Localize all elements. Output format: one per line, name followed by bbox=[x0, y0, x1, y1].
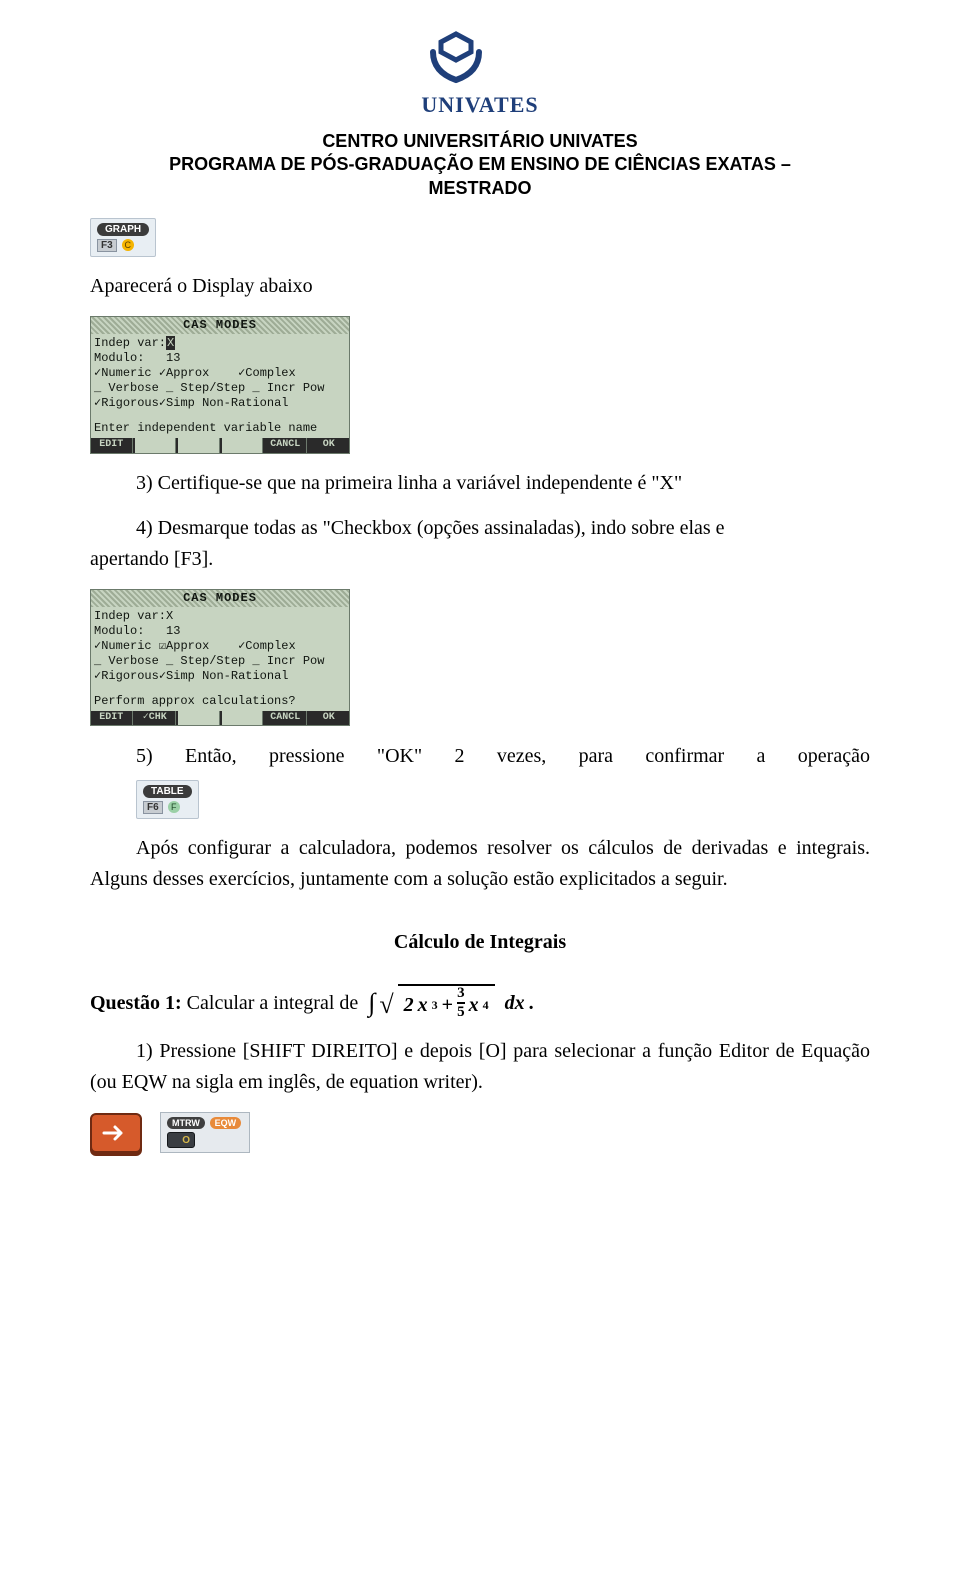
institution-logo: UNIVATES bbox=[90, 30, 870, 118]
right-shift-key-icon bbox=[90, 1113, 142, 1153]
cas2-row-4: ✓Rigorous✓Simp Non-Rational bbox=[94, 669, 346, 684]
cas2-softkeys: EDIT ✓CHK CANCL OK bbox=[91, 711, 349, 726]
step-4b: apertando [F3]. bbox=[90, 544, 870, 575]
question-1-label: Questão 1: bbox=[90, 992, 182, 1014]
cas1-title: CAS MODES bbox=[91, 317, 349, 334]
cas1-row-4: ✓Rigorous✓Simp Non-Rational bbox=[94, 396, 346, 411]
cas-modes-screen-2: CAS MODES Indep var:X Modulo: 13 ✓Numeri… bbox=[90, 589, 350, 727]
eqw-pill-mtrw: MTRW bbox=[167, 1117, 205, 1129]
header-line-3: MESTRADO bbox=[90, 177, 870, 200]
fraction: 3 5 bbox=[457, 986, 465, 1020]
section-title: Cálculo de Integrais bbox=[90, 931, 870, 954]
graph-key-label: GRAPH bbox=[97, 223, 149, 236]
cas2-sk-5: OK bbox=[309, 711, 350, 726]
cas2-sk-3 bbox=[222, 711, 264, 726]
cas1-sk-4: CANCL bbox=[265, 438, 307, 453]
cas-modes-screen-1: CAS MODES Indep var:X Modulo: 13 ✓Numeri… bbox=[90, 316, 350, 454]
univates-logo-icon bbox=[421, 30, 491, 90]
cas2-sk-1: ✓CHK bbox=[135, 711, 177, 726]
graph-key-fn: F3 bbox=[97, 239, 117, 252]
table-key-badge: F bbox=[168, 801, 180, 813]
graph-key-badge: C bbox=[122, 239, 134, 251]
cas1-status: Enter independent variable name bbox=[94, 421, 346, 436]
sqrt-sign: √ bbox=[379, 990, 393, 1020]
logo-text: UNIVATES bbox=[421, 92, 538, 118]
question-1: Questão 1: Calcular a integral de ∫ √ 2x… bbox=[90, 984, 870, 1022]
cas1-row-0: Indep var:X bbox=[94, 336, 346, 351]
header-line-1: CENTRO UNIVERSITÁRIO UNIVATES bbox=[90, 130, 870, 153]
cas1-row-1: Modulo: 13 bbox=[94, 351, 346, 366]
cas1-sk-3 bbox=[222, 438, 264, 453]
eqw-pill-eqw: EQW bbox=[210, 1117, 242, 1129]
keys-row: MTRW EQW O bbox=[90, 1112, 870, 1153]
config-paragraph: Após configurar a calculadora, podemos r… bbox=[90, 833, 870, 895]
question-1-text: Calcular a integral de bbox=[187, 992, 359, 1014]
cas1-softkeys: EDIT CANCL OK bbox=[91, 438, 349, 453]
cas1-row-3: _ Verbose _ Step/Step _ Incr Pow bbox=[94, 381, 346, 396]
eqw-key-o: O bbox=[167, 1132, 195, 1148]
cas2-title: CAS MODES bbox=[91, 590, 349, 607]
cas1-row-2: ✓Numeric ✓Approx ✓Complex bbox=[94, 366, 346, 381]
step-5: 5) Então, pressione "OK" 2 vezes, para c… bbox=[90, 740, 870, 772]
cas2-sk-4: CANCL bbox=[265, 711, 307, 726]
graph-key-chip: GRAPH F3 C bbox=[90, 218, 156, 257]
step-4a: 4) Desmarque todas as "Checkbox (opções … bbox=[90, 513, 870, 544]
cas1-sk-5: OK bbox=[309, 438, 350, 453]
document-header: CENTRO UNIVERSITÁRIO UNIVATES PROGRAMA D… bbox=[90, 130, 870, 200]
header-line-2: PROGRAMA DE PÓS-GRADUAÇÃO EM ENSINO DE C… bbox=[90, 153, 870, 176]
table-key-label: TABLE bbox=[143, 785, 192, 798]
cas2-row-3: _ Verbose _ Step/Step _ Incr Pow bbox=[94, 654, 346, 669]
cas2-status: Perform approx calculations? bbox=[94, 694, 346, 709]
step-3: 3) Certifique-se que na primeira linha a… bbox=[90, 468, 870, 499]
cas2-sk-2 bbox=[178, 711, 220, 726]
cas1-sk-2 bbox=[178, 438, 220, 453]
cas2-sk-0: EDIT bbox=[91, 711, 133, 726]
integral-expression: ∫ √ 2x3 + 3 5 x4 dx. bbox=[368, 984, 533, 1022]
text-1: Aparecerá o Display abaixo bbox=[90, 271, 870, 302]
radicand: 2x3 + 3 5 x4 bbox=[398, 984, 495, 1022]
cas2-row-1: Modulo: 13 bbox=[94, 624, 346, 639]
cas2-row-0: Indep var:X bbox=[94, 609, 346, 624]
cas1-sk-0: EDIT bbox=[91, 438, 133, 453]
eqw-key-chip: MTRW EQW O bbox=[160, 1112, 250, 1153]
table-key-fn: F6 bbox=[143, 801, 163, 814]
table-key-chip: TABLE F6 F bbox=[136, 780, 199, 819]
cas2-row-2: ✓Numeric ☑Approx ✓Complex bbox=[94, 639, 346, 654]
step-1-press: 1) Pressione [SHIFT DIREITO] e depois [O… bbox=[90, 1036, 870, 1098]
integral-sign: ∫ bbox=[368, 988, 375, 1018]
cas1-sk-1 bbox=[135, 438, 177, 453]
